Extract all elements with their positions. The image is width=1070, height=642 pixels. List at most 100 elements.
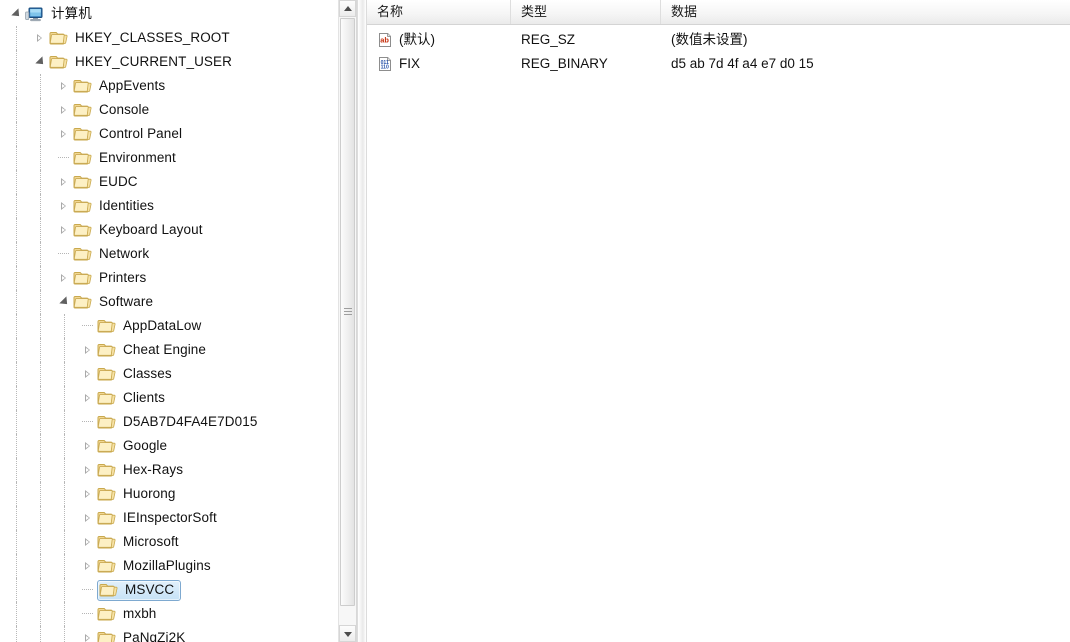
tree-item-content[interactable]: Software [73,290,155,314]
tree-item-appdatalow[interactable]: AppDataLow [0,314,356,338]
tree-item-mxbh[interactable]: mxbh [0,602,356,626]
tree-item-content[interactable]: Console [73,98,151,122]
tree-vertical-scrollbar[interactable] [338,0,356,642]
folder-icon [97,486,116,502]
tree-item-printers[interactable]: Printers [0,266,356,290]
tree-item-content[interactable]: Network [73,242,151,266]
chevron-right-icon[interactable] [80,458,97,482]
tree-item-content[interactable]: Classes [97,362,174,386]
tree-item-microsoft[interactable]: Microsoft [0,530,356,554]
value-name-cell[interactable]: ab (默认) [367,28,511,52]
scroll-up-button[interactable] [339,0,356,17]
tree-item-google[interactable]: Google [0,434,356,458]
tree-item-content[interactable]: Identities [73,194,156,218]
value-name-cell[interactable]: 011 110 FIX [367,52,511,76]
tree-item-content[interactable]: mxbh [97,602,158,626]
tree-item-content[interactable]: PaNqZi2K [97,626,187,642]
tree-item-content[interactable]: Hex-Rays [97,458,185,482]
tree-item-[interactable]: 计算机 [0,2,356,26]
value-type-cell[interactable]: REG_BINARY [511,52,661,76]
chevron-right-icon[interactable] [56,218,73,242]
chevron-right-icon[interactable] [56,170,73,194]
tree-item-content[interactable]: AppEvents [73,74,167,98]
tree-item-console[interactable]: Console [0,98,356,122]
chevron-down-icon[interactable] [32,50,49,74]
value-data-cell[interactable]: d5 ab 7d 4f a4 e7 d0 15 [661,52,1070,76]
tree-item-software[interactable]: Software [0,290,356,314]
chevron-right-icon[interactable] [56,194,73,218]
value-data-cell[interactable]: (数值未设置) [661,28,1070,52]
chevron-right-icon[interactable] [56,74,73,98]
chevron-right-icon[interactable] [80,530,97,554]
tree-item-content[interactable]: HKEY_CURRENT_USER [49,50,234,74]
tree-item-appevents[interactable]: AppEvents [0,74,356,98]
chevron-right-icon[interactable] [56,266,73,290]
chevron-down-icon[interactable] [8,2,25,26]
column-header-type[interactable]: 类型 [511,0,661,24]
tree-item-content[interactable]: Printers [73,266,148,290]
tree-item-content[interactable]: Control Panel [73,122,184,146]
tree-item-environment[interactable]: Environment [0,146,356,170]
column-header-name[interactable]: 名称 [367,0,511,24]
pane-splitter[interactable] [357,0,367,642]
tree-item-msvcc[interactable]: MSVCC [0,578,356,602]
chevron-right-icon[interactable] [32,26,49,50]
tree-item-classes[interactable]: Classes [0,362,356,386]
tree-item-content[interactable]: Environment [73,146,178,170]
tree-item-content[interactable]: IEInspectorSoft [97,506,219,530]
chevron-right-icon[interactable] [56,122,73,146]
tree-item-content[interactable]: 计算机 [25,2,94,26]
tree-item-d5ab7d4fa4e7d015[interactable]: D5AB7D4FA4E7D015 [0,410,356,434]
tree-item-content[interactable]: Cheat Engine [97,338,208,362]
tree-item-content[interactable]: HKEY_CLASSES_ROOT [49,26,232,50]
value-type-cell[interactable]: REG_SZ [511,28,661,52]
scroll-down-button[interactable] [339,625,356,642]
registry-key-tree[interactable]: 计算机 HKEY_CLASSES_ROOT HKEY_CURRENT_USER App… [0,0,356,642]
tree-item-content[interactable]: Microsoft [97,530,181,554]
tree-item-content[interactable]: D5AB7D4FA4E7D015 [97,410,259,434]
tree-item-huorong[interactable]: Huorong [0,482,356,506]
tree-item-clients[interactable]: Clients [0,386,356,410]
values-row[interactable]: ab (默认) REG_SZ (数值未设置) [367,28,1070,52]
folder-icon [49,30,68,46]
tree-item-panqzi2k[interactable]: PaNqZi2K [0,626,356,642]
tree-item-content[interactable]: MSVCC [97,579,182,601]
tree-item-content[interactable]: Google [97,434,169,458]
chevron-right-icon[interactable] [80,554,97,578]
tree-item-ieinspectorsoft[interactable]: IEInspectorSoft [0,506,356,530]
column-header-data[interactable]: 数据 [661,0,1070,24]
chevron-right-icon[interactable] [80,386,97,410]
tree-item-network[interactable]: Network [0,242,356,266]
tree-item-control-panel[interactable]: Control Panel [0,122,356,146]
chevron-right-icon[interactable] [80,338,97,362]
tree-item-keyboard-layout[interactable]: Keyboard Layout [0,218,356,242]
tree-item-eudc[interactable]: EUDC [0,170,356,194]
tree-item-content[interactable]: Huorong [97,482,178,506]
tree-item-content[interactable]: Clients [97,386,167,410]
tree-item-content[interactable]: AppDataLow [97,314,203,338]
chevron-right-icon[interactable] [80,482,97,506]
chevron-right-icon[interactable] [56,98,73,122]
chevron-right-icon[interactable] [80,626,97,642]
tree-item-hkey-classes-root[interactable]: HKEY_CLASSES_ROOT [0,26,356,50]
tree-item-content[interactable]: Keyboard Layout [73,218,205,242]
chevron-right-icon[interactable] [80,362,97,386]
tree-scroll-viewport[interactable]: 计算机 HKEY_CLASSES_ROOT HKEY_CURRENT_USER App… [0,0,356,642]
tree-item-label: Clients [123,390,165,405]
scrollbar-thumb[interactable] [340,18,355,606]
tree-leaf-connector-icon [80,578,97,602]
chevron-right-icon[interactable] [80,434,97,458]
tree-item-content[interactable]: MozillaPlugins [97,554,213,578]
tree-item-cheat-engine[interactable]: Cheat Engine [0,338,356,362]
chevron-right-icon[interactable] [80,506,97,530]
tree-item-hkey-current-user[interactable]: HKEY_CURRENT_USER [0,50,356,74]
values-list-body[interactable]: ab (默认) REG_SZ (数值未设置) 011 110 FIX REG_BINARY d5… [367,25,1070,76]
tree-item-mozillaplugins[interactable]: MozillaPlugins [0,554,356,578]
tree-item-hex-rays[interactable]: Hex-Rays [0,458,356,482]
values-row[interactable]: 011 110 FIX REG_BINARY d5 ab 7d 4f a4 e7 d0 … [367,52,1070,76]
tree-guide-line [40,170,41,194]
chevron-down-icon[interactable] [56,290,73,314]
tree-item-identities[interactable]: Identities [0,194,356,218]
values-column-header[interactable]: 名称 类型 数据 [367,0,1070,25]
tree-item-content[interactable]: EUDC [73,170,140,194]
